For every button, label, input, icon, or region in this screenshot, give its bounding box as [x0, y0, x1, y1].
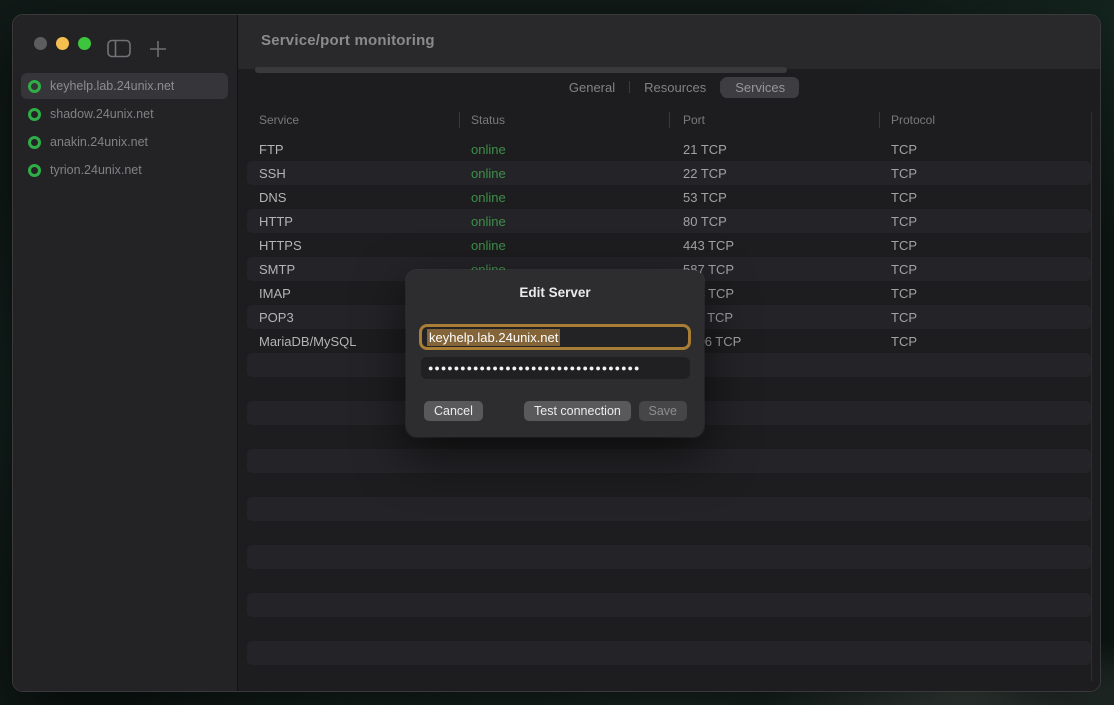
- add-server-button[interactable]: [149, 40, 167, 61]
- table-row[interactable]: HTTPonline80 TCPTCP: [238, 209, 1100, 233]
- server-address-input[interactable]: keyhelp.lab.24unix.net: [419, 324, 691, 350]
- table-row-empty: [238, 569, 1100, 593]
- cell-port: 22 TCP: [683, 166, 891, 181]
- modal-button-row: Cancel Test connection Save: [406, 401, 704, 421]
- cell-port: 143 TCP: [683, 286, 891, 301]
- server-address-value: keyhelp.lab.24unix.net: [427, 329, 560, 346]
- cell-port: 80 TCP: [683, 214, 891, 229]
- table-row-empty: [238, 617, 1100, 641]
- server-list: keyhelp.lab.24unix.net shadow.24unix.net a…: [21, 73, 228, 185]
- dialog-title: Edit Server: [406, 270, 704, 300]
- column-header-protocol[interactable]: Protocol: [891, 113, 1100, 127]
- cell-status: online: [471, 190, 683, 205]
- server-status-icon: [28, 80, 41, 93]
- server-status-icon: [28, 108, 41, 121]
- plus-icon: [149, 40, 167, 58]
- cell-port: 110 TCP: [683, 310, 891, 325]
- table-row-empty: [238, 473, 1100, 497]
- edit-server-dialog: Edit Server keyhelp.lab.24unix.net ●●●●●…: [406, 270, 704, 437]
- column-header-service[interactable]: Service: [238, 113, 471, 127]
- server-name-label: tyrion.24unix.net: [50, 163, 142, 177]
- cell-service: DNS: [238, 190, 471, 205]
- cell-protocol: TCP: [891, 286, 1100, 301]
- server-status-icon: [28, 164, 41, 177]
- tab-services[interactable]: Services: [721, 77, 799, 98]
- sidebar-item-server[interactable]: keyhelp.lab.24unix.net: [21, 73, 228, 99]
- table-row-empty: [238, 641, 1100, 665]
- page-title: Service/port monitoring: [261, 32, 435, 49]
- cell-status: online: [471, 166, 683, 181]
- server-name-label: anakin.24unix.net: [50, 135, 148, 149]
- table-row[interactable]: DNSonline53 TCPTCP: [238, 185, 1100, 209]
- cell-protocol: TCP: [891, 166, 1100, 181]
- cell-service: HTTPS: [238, 238, 471, 253]
- cell-port: 443 TCP: [683, 238, 891, 253]
- cell-port: 587 TCP: [683, 262, 891, 277]
- cell-status: online: [471, 142, 683, 157]
- table-row[interactable]: FTPonline21 TCPTCP: [238, 137, 1100, 161]
- sidebar-item-server[interactable]: tyrion.24unix.net: [21, 157, 228, 183]
- cell-protocol: TCP: [891, 262, 1100, 277]
- minimize-button[interactable]: [56, 37, 69, 50]
- test-connection-button[interactable]: Test connection: [524, 401, 631, 421]
- table-row-empty: [238, 521, 1100, 545]
- zoom-button[interactable]: [78, 37, 91, 50]
- cell-protocol: TCP: [891, 334, 1100, 349]
- title-bar: Service/port monitoring: [238, 15, 1100, 69]
- table-row-empty: [238, 545, 1100, 569]
- table-row-empty: [238, 593, 1100, 617]
- sidebar-item-server[interactable]: anakin.24unix.net: [21, 129, 228, 155]
- column-divider: [459, 112, 460, 128]
- toggle-sidebar-button[interactable]: [107, 39, 131, 61]
- column-divider: [669, 112, 670, 128]
- server-name-label: shadow.24unix.net: [50, 107, 154, 121]
- sidebar: keyhelp.lab.24unix.net shadow.24unix.net a…: [13, 15, 238, 691]
- cell-status: online: [471, 238, 683, 253]
- table-row[interactable]: SSHonline22 TCPTCP: [238, 161, 1100, 185]
- column-divider: [879, 112, 880, 128]
- cell-protocol: TCP: [891, 310, 1100, 325]
- cell-port: 21 TCP: [683, 142, 891, 157]
- table-row-empty: [238, 665, 1100, 689]
- server-status-icon: [28, 136, 41, 149]
- column-header-status[interactable]: Status: [471, 113, 683, 127]
- cell-protocol: TCP: [891, 238, 1100, 253]
- cell-protocol: TCP: [891, 142, 1100, 157]
- traffic-lights: [34, 37, 91, 50]
- tab-resources[interactable]: Resources: [630, 77, 720, 98]
- cell-service: SSH: [238, 166, 471, 181]
- password-masked-value: ●●●●●●●●●●●●●●●●●●●●●●●●●●●●●●●●●: [428, 363, 640, 373]
- cell-protocol: TCP: [891, 214, 1100, 229]
- table-row-empty: [238, 497, 1100, 521]
- cell-port: 53 TCP: [683, 190, 891, 205]
- close-button[interactable]: [34, 37, 47, 50]
- sidebar-item-server[interactable]: shadow.24unix.net: [21, 101, 228, 127]
- cell-protocol: TCP: [891, 190, 1100, 205]
- server-name-label: keyhelp.lab.24unix.net: [50, 79, 174, 93]
- password-input[interactable]: ●●●●●●●●●●●●●●●●●●●●●●●●●●●●●●●●●: [421, 357, 690, 379]
- sidebar-icon: [107, 39, 131, 58]
- table-row[interactable]: HTTPSonline443 TCPTCP: [238, 233, 1100, 257]
- cell-port: 3306 TCP: [683, 334, 891, 349]
- tab-general[interactable]: General: [555, 77, 629, 98]
- cell-service: HTTP: [238, 214, 471, 229]
- column-header-port[interactable]: Port: [683, 113, 891, 127]
- save-button[interactable]: Save: [639, 401, 688, 421]
- tab-bar: GeneralResourcesServices: [246, 76, 1101, 98]
- cell-status: online: [471, 214, 683, 229]
- table-row-empty: [238, 449, 1100, 473]
- content-top-divider: [255, 67, 787, 73]
- cancel-button[interactable]: Cancel: [424, 401, 483, 421]
- cell-service: FTP: [238, 142, 471, 157]
